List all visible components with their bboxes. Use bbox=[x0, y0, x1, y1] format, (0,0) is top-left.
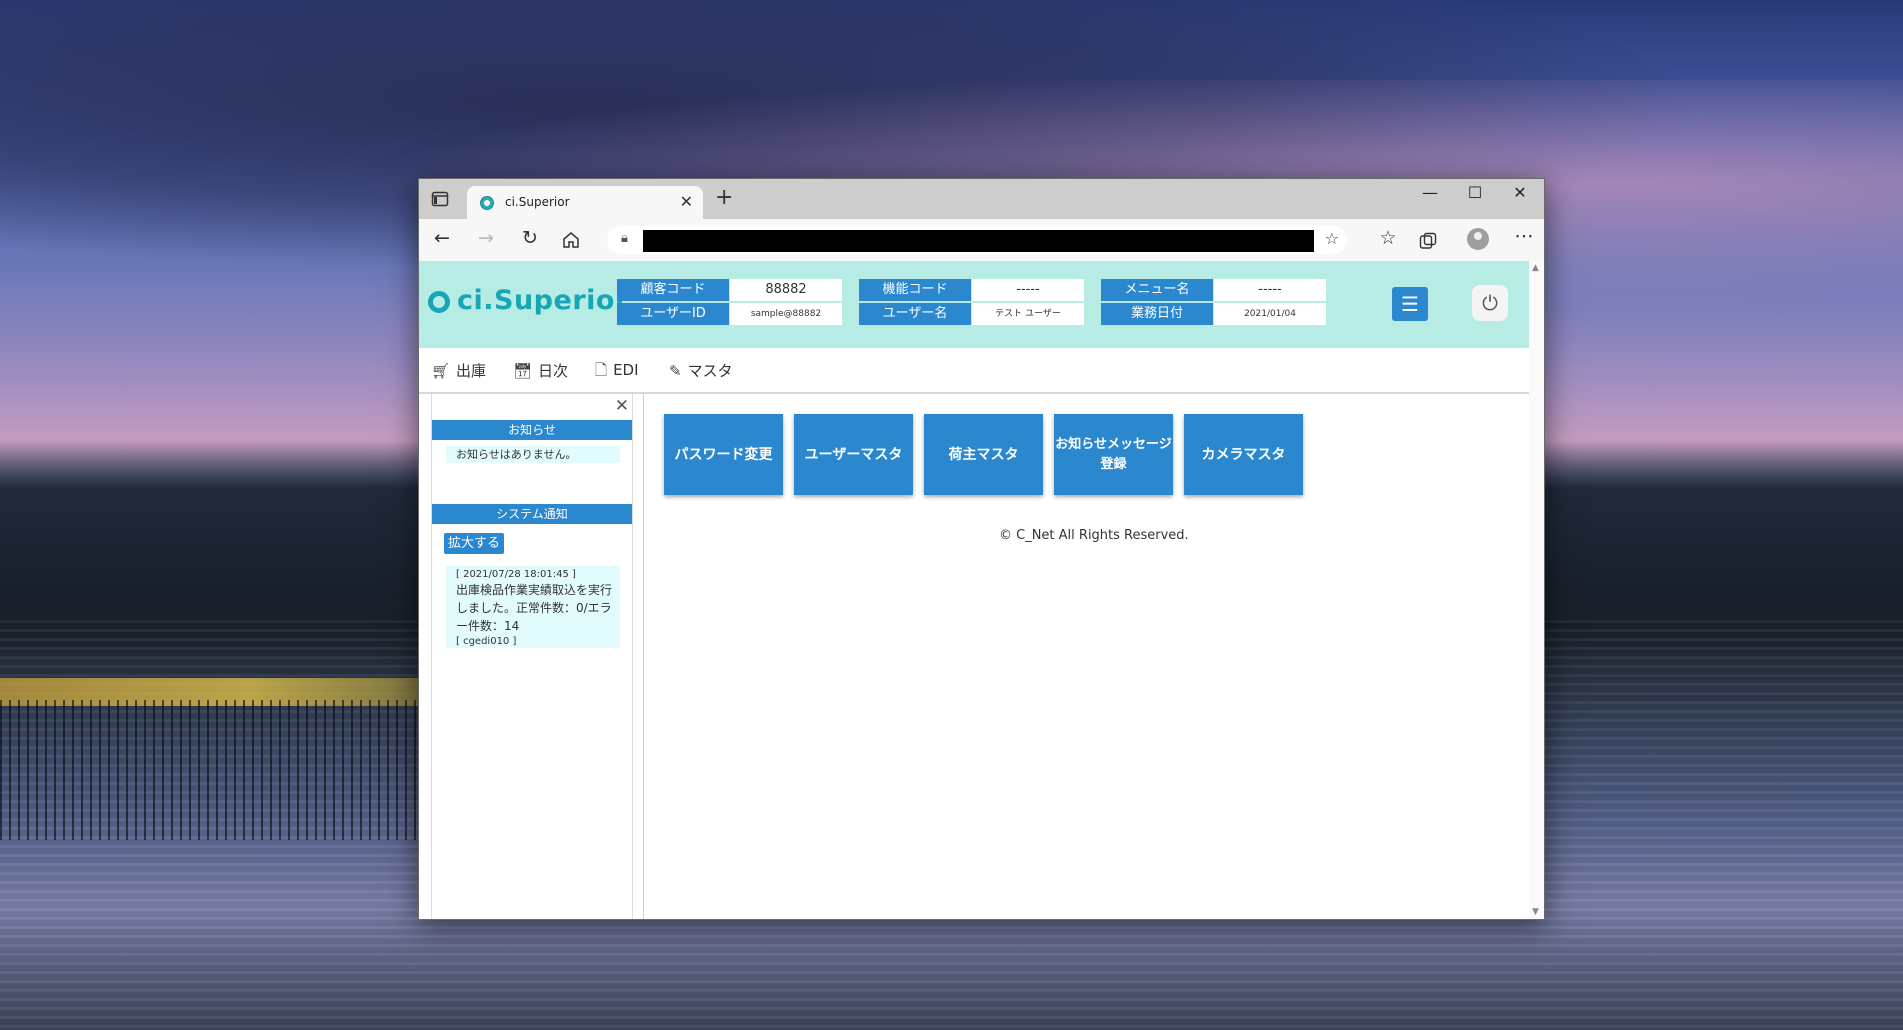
nav-item-master[interactable]: ✎ マスタ bbox=[669, 360, 733, 381]
calendar-icon: 📅︎ bbox=[513, 362, 533, 380]
nav-item-label: マスタ bbox=[687, 362, 733, 380]
logout-button[interactable]: ⏻ bbox=[1472, 285, 1508, 321]
sidebar-close-icon[interactable]: ✕ bbox=[615, 396, 629, 416]
add-favorite-icon[interactable]: ☆ bbox=[1325, 229, 1339, 248]
document-icon: 🗋 bbox=[595, 361, 608, 379]
system-notice-header: システム通知 bbox=[432, 504, 632, 524]
page-content: ci.Superior 顧客コード 88882 ユーザーID sample@88… bbox=[419, 261, 1544, 919]
browser-window: ci.Superior ✕ + — ☐ ✕ ← → ↻ 🔒︎ ☆ ☆ ⋯ ci.… bbox=[418, 178, 1545, 920]
nav-item-shipping[interactable]: 🛒︎ 出庫 bbox=[431, 360, 486, 381]
minimize-button[interactable]: — bbox=[1408, 183, 1452, 202]
camera-master-tile[interactable]: カメラマスタ bbox=[1184, 414, 1303, 495]
more-options-icon[interactable]: ⋯ bbox=[1511, 225, 1537, 247]
tab-close-icon[interactable]: ✕ bbox=[680, 192, 693, 211]
copyright: © C_Net All Rights Reserved. bbox=[999, 528, 1189, 543]
business-date-label: 業務日付 bbox=[1101, 303, 1213, 325]
close-window-button[interactable]: ✕ bbox=[1498, 183, 1542, 202]
maximize-button[interactable]: ☐ bbox=[1453, 183, 1497, 202]
expand-button[interactable]: 拡大する bbox=[444, 533, 505, 554]
new-tab-button[interactable]: + bbox=[715, 185, 733, 210]
forward-icon[interactable]: → bbox=[473, 227, 499, 249]
system-notice-timestamp: [ 2021/07/28 18:01:45 ] bbox=[456, 569, 576, 580]
user-master-tile[interactable]: ユーザーマスタ bbox=[794, 414, 913, 495]
business-date-value: 2021/01/04 bbox=[1214, 303, 1326, 325]
address-bar[interactable]: 🔒︎ ☆ bbox=[607, 226, 1347, 254]
main-panel: パスワード変更 ユーザーマスタ 荷主マスタ お知らせメッセージ登録 カメラマスタ… bbox=[644, 394, 1529, 919]
system-notice-code: [ cgedi010 ] bbox=[456, 636, 517, 647]
user-id-value: sample@88882 bbox=[730, 303, 842, 325]
sidebar-panel: ✕ お知らせ お知らせはありません。 システム通知 拡大する [ 2021/07… bbox=[431, 394, 633, 919]
back-icon[interactable]: ← bbox=[429, 227, 455, 249]
customer-code-label: 顧客コード bbox=[617, 279, 729, 301]
browser-tab[interactable]: ci.Superior ✕ bbox=[467, 186, 703, 219]
menu-list-button[interactable]: ☰ bbox=[1392, 287, 1428, 321]
password-change-tile[interactable]: パスワード変更 bbox=[664, 414, 783, 495]
wallpaper-reeds bbox=[0, 700, 420, 840]
address-url-redacted bbox=[643, 230, 1314, 252]
user-id-label: ユーザーID bbox=[617, 303, 729, 325]
cart-icon: 🛒︎ bbox=[431, 362, 451, 380]
site-favicon-icon bbox=[480, 196, 494, 210]
notice-header: お知らせ bbox=[432, 420, 632, 440]
function-code-label: 機能コード bbox=[859, 279, 971, 301]
notice-text: お知らせはありません。 bbox=[446, 446, 620, 463]
app-logo: ci.Superior bbox=[457, 285, 629, 316]
nav-item-edi[interactable]: 🗋 EDI bbox=[595, 360, 639, 385]
nav-item-label: 日次 bbox=[538, 362, 569, 380]
customer-code-value: 88882 bbox=[730, 279, 842, 301]
function-code-value: ----- bbox=[972, 279, 1084, 301]
notice-message-register-tile[interactable]: お知らせメッセージ登録 bbox=[1054, 414, 1173, 495]
profile-avatar-icon[interactable] bbox=[1467, 228, 1489, 250]
browser-titlebar: ci.Superior ✕ + — ☐ ✕ bbox=[419, 179, 1544, 219]
lock-icon: 🔒︎ bbox=[621, 231, 628, 246]
app-header: ci.Superior 顧客コード 88882 ユーザーID sample@88… bbox=[419, 261, 1529, 348]
user-name-value: テスト ユーザー bbox=[972, 303, 1084, 325]
home-icon[interactable] bbox=[561, 231, 581, 249]
menu-name-label: メニュー名 bbox=[1101, 279, 1213, 301]
logo-icon bbox=[428, 291, 450, 313]
power-icon: ⏻ bbox=[1482, 291, 1498, 315]
pencil-icon: ✎ bbox=[669, 362, 682, 380]
sidebar: ✕ お知らせ お知らせはありません。 システム通知 拡大する [ 2021/07… bbox=[419, 394, 644, 919]
main-nav: 🛒︎ 出庫 📅︎ 日次 🗋 EDI ✎ マスタ bbox=[419, 348, 1529, 394]
menu-name-value: ----- bbox=[1214, 279, 1326, 301]
scroll-up-icon[interactable]: ▲ bbox=[1532, 263, 1539, 273]
nav-item-label: 出庫 bbox=[456, 362, 487, 380]
scroll-down-icon[interactable]: ▼ bbox=[1532, 907, 1539, 917]
nav-item-label: EDI bbox=[613, 361, 639, 379]
page-scrollbar[interactable]: ▲ ▼ bbox=[1529, 261, 1544, 919]
nav-item-daily[interactable]: 📅︎ 日次 bbox=[513, 360, 568, 381]
refresh-icon[interactable]: ↻ bbox=[517, 227, 543, 249]
favorites-icon[interactable]: ☆ bbox=[1375, 227, 1401, 249]
collections-icon[interactable] bbox=[1419, 232, 1437, 250]
tab-actions-icon[interactable] bbox=[431, 191, 449, 207]
browser-toolbar: ← → ↻ 🔒︎ ☆ ☆ ⋯ bbox=[419, 219, 1544, 262]
tab-title: ci.Superior bbox=[505, 195, 570, 209]
list-icon: ☰ bbox=[1401, 292, 1419, 316]
system-notice-message: 出庫検品作業実績取込を実行しました。正常件数：0/エラー件数：14 bbox=[456, 583, 613, 633]
user-name-label: ユーザー名 bbox=[859, 303, 971, 325]
shipper-master-tile[interactable]: 荷主マスタ bbox=[924, 414, 1043, 495]
system-notice-item: [ 2021/07/28 18:01:45 ] 出庫検品作業実績取込を実行しまし… bbox=[446, 566, 620, 648]
